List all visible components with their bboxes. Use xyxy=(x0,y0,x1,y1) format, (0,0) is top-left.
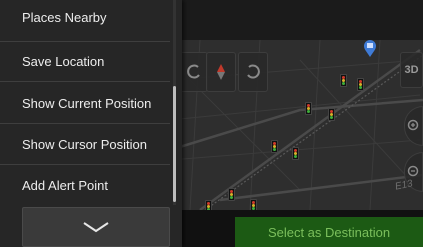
traffic-light-icon xyxy=(328,108,335,121)
redo-button[interactable] xyxy=(238,52,268,92)
zoom-out-icon xyxy=(407,165,418,177)
select-as-destination-button[interactable]: Select as Destination xyxy=(235,217,423,247)
traffic-light-icon xyxy=(305,102,312,115)
traffic-light-icon xyxy=(357,78,364,91)
menu-item-places-nearby[interactable]: Places Nearby xyxy=(0,0,170,42)
traffic-light-icon xyxy=(340,74,347,87)
view-mode-button[interactable]: 3D xyxy=(400,52,423,88)
navigation-screen: 3D E13 Select as Destination Places Near… xyxy=(0,0,423,247)
menu-scrollbar[interactable] xyxy=(173,86,176,202)
chevron-down-icon xyxy=(83,222,109,233)
traffic-light-icon xyxy=(228,188,235,201)
destination-pin-icon[interactable] xyxy=(363,40,377,58)
compass-icon xyxy=(217,64,225,80)
more-items-button[interactable] xyxy=(22,207,170,247)
traffic-light-icon xyxy=(292,147,299,160)
menu-item-save-location[interactable]: Save Location xyxy=(0,42,170,82)
context-menu: Places Nearby Save Location Show Current… xyxy=(0,0,182,247)
redo-icon xyxy=(247,64,260,79)
undo-button[interactable] xyxy=(180,52,208,92)
traffic-light-icon xyxy=(271,140,278,153)
menu-item-add-alert-point[interactable]: Add Alert Point xyxy=(0,165,170,205)
zoom-in-icon xyxy=(407,119,418,131)
undo-icon xyxy=(187,64,200,79)
menu-item-show-cursor-position[interactable]: Show Cursor Position xyxy=(0,125,170,165)
menu-item-show-current-position[interactable]: Show Current Position xyxy=(0,84,170,124)
compass-button[interactable] xyxy=(206,52,236,92)
